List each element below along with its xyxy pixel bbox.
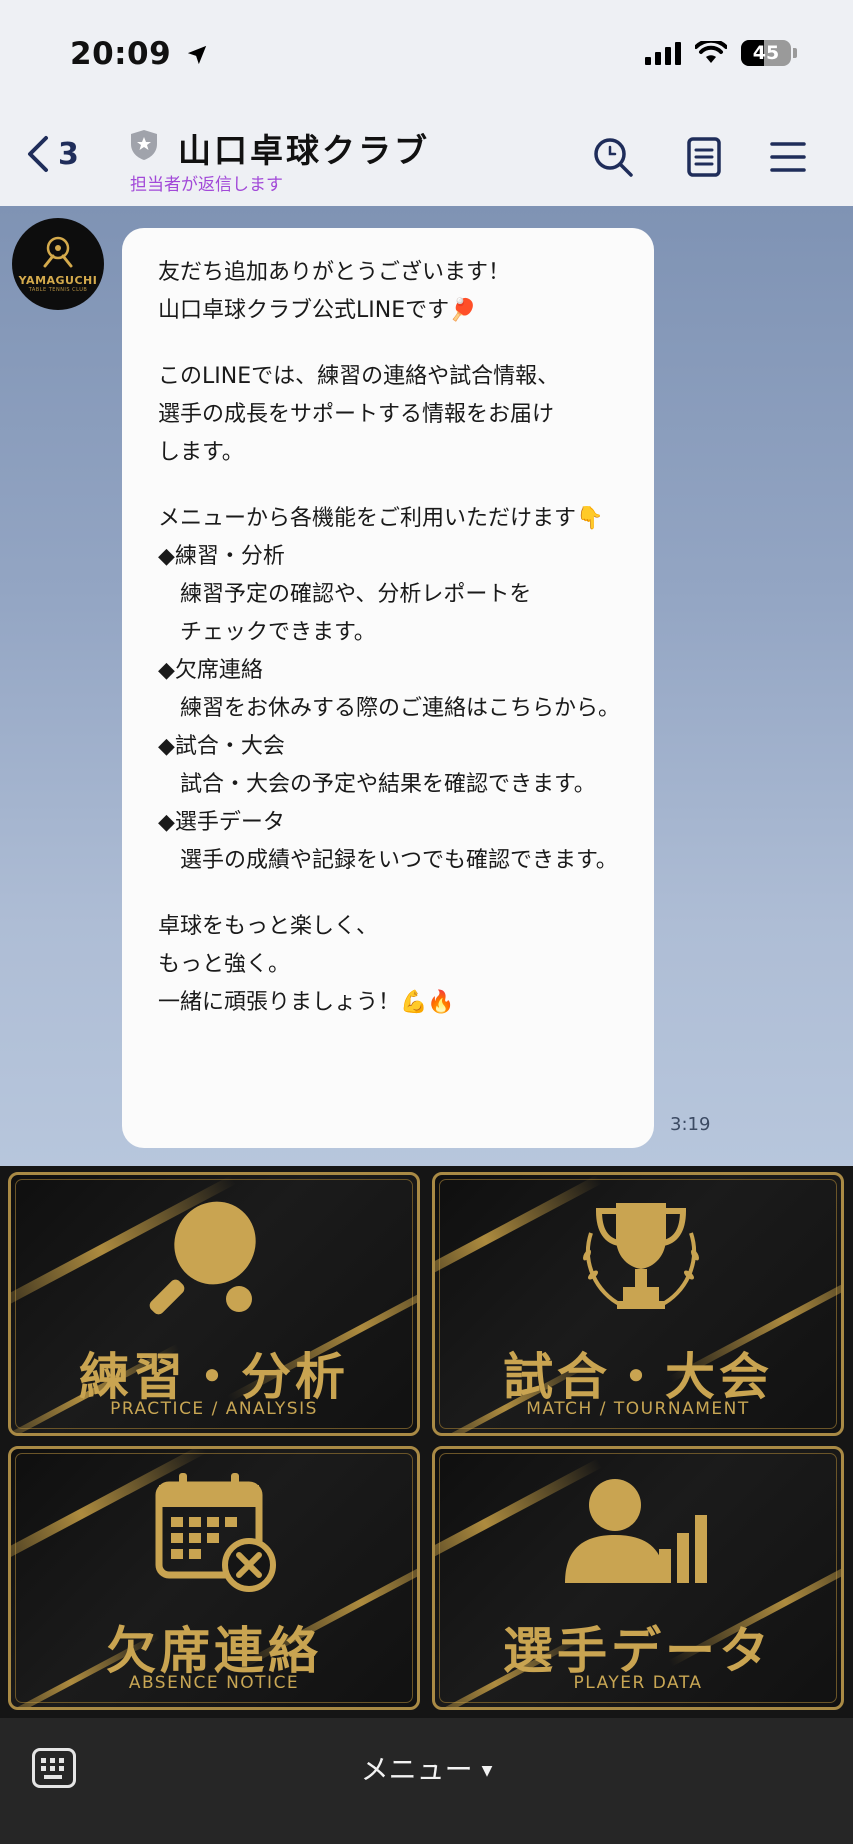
status-time: 20:09 [70,36,208,72]
unread-count: 3 [58,136,79,172]
tile-subtitle: ABSENCE NOTICE [128,1673,300,1693]
menu-label-text: メニュー [360,1753,473,1786]
message-line: メニューから各機能をご利用いただけます👇 [158,506,604,531]
ping-pong-paddle-icon [149,1201,256,1315]
status-bar: 20:09 45 [0,0,853,108]
message-line: します。 [158,440,244,465]
status-icons: 45 [645,40,797,66]
message-bubble[interactable]: 友だち追加ありがとうございます！ 山口卓球クラブ公式LINEです🏓 このLINE… [122,228,654,1148]
clock-text: 20:09 [70,36,172,72]
tile-subtitle: PRACTICE / ANALYSIS [110,1399,318,1419]
battery-icon: 45 [741,40,797,66]
tile-subtitle: PLAYER DATA [573,1673,703,1693]
message-blank [158,330,654,358]
avatar-logo-text: YAMAGUCHI [18,273,98,287]
calendar-cancel-icon [155,1473,276,1592]
chevron-left-icon [28,136,48,172]
chat-title: 山口卓球クラブ [178,131,430,170]
avatar-logo-sub: TABLE TENNIS CLUB [28,286,88,293]
rich-menu: 練習・分析 PRACTICE / ANALYSIS 試合・大会 MATCH / … [0,1166,853,1718]
message-line: ◆欠席連絡 [158,658,263,683]
verified-shield-icon [131,130,157,160]
menu-toggle-button[interactable]: メニュー ▼ [0,1748,853,1788]
message-line: 山口卓球クラブ公式LINEです🏓 [158,298,477,323]
back-button[interactable]: 3 [24,132,79,176]
message-line: 練習予定の確認や、分析レポートを [158,582,532,607]
caret-down-icon: ▼ [481,1763,493,1779]
wifi-icon [695,41,727,63]
menu-tile-absence-notice[interactable]: 欠席連絡 ABSENCE NOTICE [8,1446,420,1710]
hamburger-menu-icon[interactable] [765,134,811,180]
club-logo-icon [43,236,73,267]
avatar[interactable]: YAMAGUCHI TABLE TENNIS CLUB [12,218,104,310]
location-arrow-icon [188,45,207,65]
chat-subtitle: 担当者が返信します [130,175,283,195]
message-line: 一緒に頑張りましょう！💪🔥 [158,990,455,1015]
message-timestamp: 3:19 [670,1114,711,1135]
message-blank [158,472,654,500]
message-line: もっと強く。 [158,952,291,977]
message-line: ◆練習・分析 [158,544,285,569]
bottom-bar: メニュー ▼ [0,1718,853,1844]
message-line: 練習をお休みする際のご連絡はこちらから。 [158,696,621,721]
battery-percent: 45 [752,42,780,64]
player-stats-icon [565,1479,707,1583]
menu-tile-match-tournament[interactable]: 試合・大会 MATCH / TOURNAMENT [432,1172,844,1436]
message-line: 卓球をもっと楽しく、 [158,914,379,939]
search-icon[interactable] [590,134,636,180]
message-line: 選手の成績や記録をいつでも確認できます。 [158,848,618,873]
menu-tile-practice-analysis[interactable]: 練習・分析 PRACTICE / ANALYSIS [8,1172,420,1436]
message-line: ◆選手データ [158,810,285,835]
message-line: このLINEでは、練習の連絡や試合情報、 [158,364,560,389]
chat-area[interactable]: YAMAGUCHI TABLE TENNIS CLUB 友だち追加ありがとうござ… [0,206,853,1166]
trophy-icon [583,1203,699,1309]
cellular-signal-icon [645,41,681,65]
message-line: 友だち追加ありがとうございます！ [158,260,511,285]
message-line: 試合・大会の予定や結果を確認できます。 [158,772,596,797]
tile-subtitle: MATCH / TOURNAMENT [526,1399,750,1419]
message-line: 選手の成長をサポートする情報をお届け [158,402,555,427]
notes-icon[interactable] [681,134,727,180]
message-blank [158,880,654,908]
chat-header: 3 山口卓球クラブ 担当者が返信します [0,108,853,206]
message-line: チェックできます。 [158,620,376,645]
message-line: ◆試合・大会 [158,734,285,759]
menu-tile-player-data[interactable]: 選手データ PLAYER DATA [432,1446,844,1710]
